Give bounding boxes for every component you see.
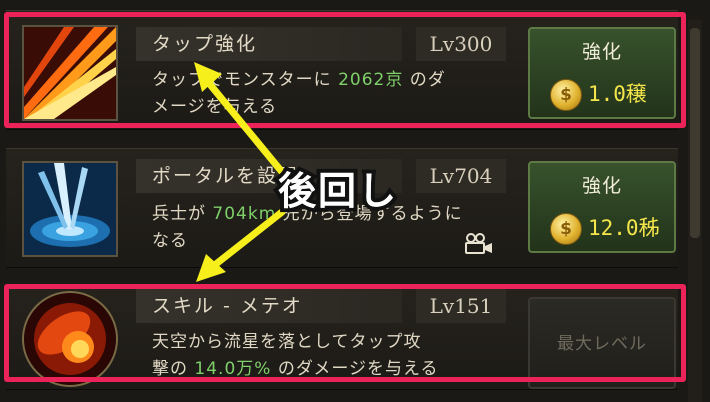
annotation-text: 後回し (278, 169, 399, 213)
upgrade-list-panel: タップ強化 Lv300 タップでモンスターに 2062京 のダ メージを与える … (0, 0, 710, 402)
